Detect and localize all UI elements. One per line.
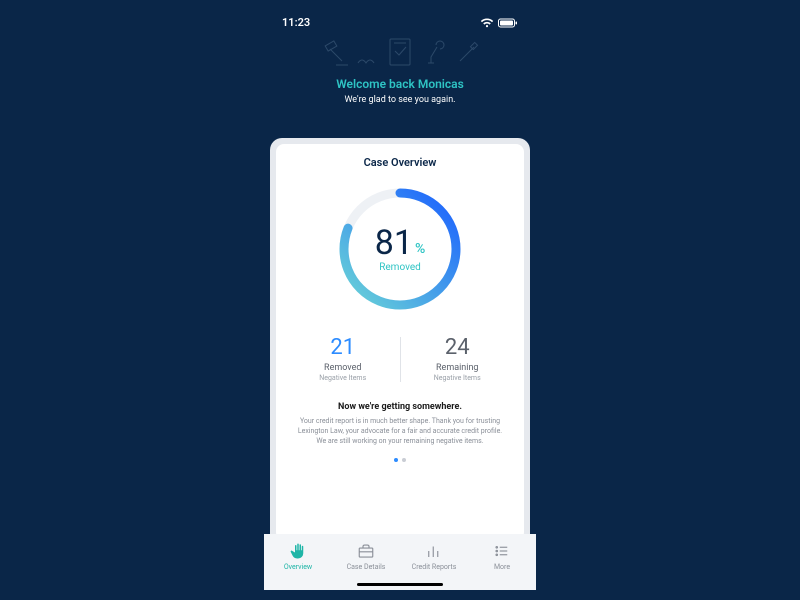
status-bar: 11:23 xyxy=(264,10,536,31)
progress-label: Removed xyxy=(379,262,421,273)
progress-percent-symbol: % xyxy=(415,242,425,256)
message-block: Now we're getting somewhere. Your credit… xyxy=(276,392,524,458)
phone-frame: 11:23 Welcome back Monicas We're glad to… xyxy=(264,10,536,590)
tab-more-label: More xyxy=(494,563,510,571)
gavel-icon xyxy=(325,41,348,65)
battery-icon xyxy=(498,18,518,28)
message-title: Now we're getting somewhere. xyxy=(296,402,504,412)
stat-remaining-label: Remaining xyxy=(409,363,507,373)
bar-chart-icon xyxy=(425,542,443,560)
page-indicator[interactable] xyxy=(276,458,524,470)
tab-case-details[interactable]: Case Details xyxy=(332,534,400,578)
list-icon xyxy=(493,542,511,560)
hand-stop-icon xyxy=(289,542,307,560)
stat-remaining-value: 24 xyxy=(409,337,507,359)
status-indicators xyxy=(480,18,518,28)
tab-more[interactable]: More xyxy=(468,534,536,578)
case-overview-card: Case Overview xyxy=(276,144,524,540)
welcome-block: Welcome back Monicas We're glad to see y… xyxy=(264,75,536,119)
message-body: Your credit report is in much better sha… xyxy=(296,416,504,446)
page-dot-active xyxy=(394,458,398,462)
stat-removed-sublabel: Negative Items xyxy=(294,374,392,382)
briefcase-icon xyxy=(357,542,375,560)
progress-number-wrap: 81 % xyxy=(375,226,426,260)
lamp-icon xyxy=(428,41,444,63)
tab-bar: Overview Case Details Credit Reports Mor… xyxy=(264,534,536,590)
stat-removed-value: 21 xyxy=(294,337,392,359)
status-time: 11:23 xyxy=(282,16,310,29)
card-backdrop: Case Overview xyxy=(270,138,530,546)
stat-removed-label: Removed xyxy=(294,363,392,373)
tab-credit-reports-label: Credit Reports xyxy=(412,563,457,571)
progress-ring-wrap: 81 % Removed xyxy=(276,177,524,323)
tab-case-details-label: Case Details xyxy=(347,563,386,571)
page-dot xyxy=(402,458,406,462)
tab-overview[interactable]: Overview xyxy=(264,534,332,578)
tab-overview-label: Overview xyxy=(284,563,312,571)
document-check-icon xyxy=(390,39,410,65)
stat-remaining: 24 Remaining Negative Items xyxy=(401,337,515,382)
progress-ring: 81 % Removed xyxy=(334,183,466,315)
welcome-title: Welcome back Monicas xyxy=(264,77,536,91)
stat-remaining-sublabel: Negative Items xyxy=(409,374,507,382)
progress-center: 81 % Removed xyxy=(334,183,466,315)
stats-row: 21 Removed Negative Items 24 Remaining N… xyxy=(276,323,524,392)
wifi-icon xyxy=(480,18,494,28)
progress-percent-value: 81 xyxy=(375,226,413,260)
header-illustration xyxy=(264,31,536,75)
home-indicator[interactable] xyxy=(357,583,443,586)
pencil-icon xyxy=(460,42,478,61)
card-title: Case Overview xyxy=(276,144,524,177)
scribble-icon xyxy=(358,60,374,63)
tab-credit-reports[interactable]: Credit Reports xyxy=(400,534,468,578)
welcome-subtitle: We're glad to see you again. xyxy=(264,95,536,105)
stat-removed: 21 Removed Negative Items xyxy=(286,337,401,382)
